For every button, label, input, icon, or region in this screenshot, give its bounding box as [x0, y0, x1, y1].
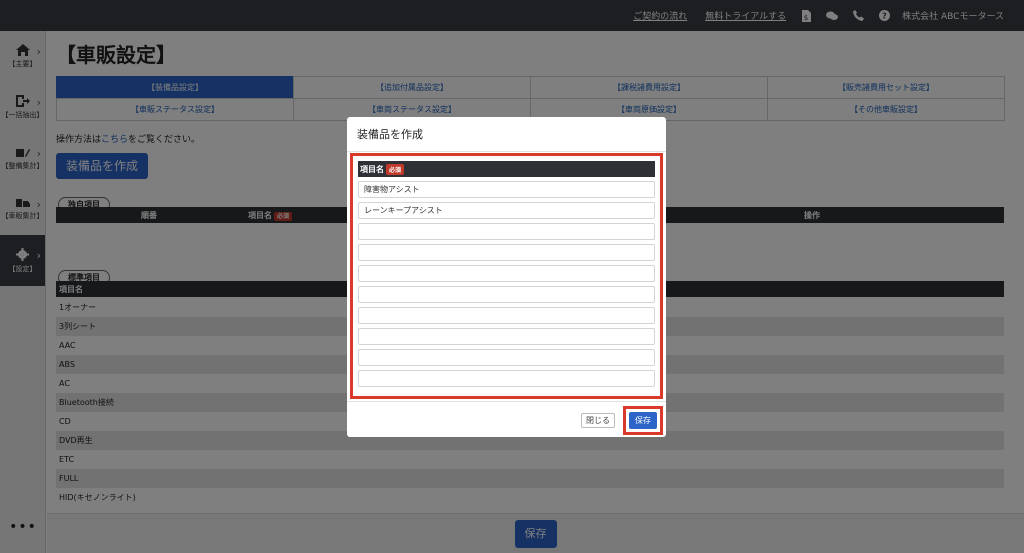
- required-badge: 必須: [386, 163, 405, 175]
- item-name-input[interactable]: [358, 244, 655, 261]
- item-name-input[interactable]: [358, 286, 655, 303]
- item-name-input[interactable]: レーンキープアシスト: [358, 202, 655, 219]
- modal-save-button[interactable]: 保存: [629, 412, 657, 429]
- close-button[interactable]: 閉じる: [581, 413, 615, 428]
- item-name-input[interactable]: [358, 223, 655, 240]
- item-name-input[interactable]: [358, 370, 655, 387]
- modal-table-header: 項目名 必須: [358, 161, 655, 177]
- item-name-input[interactable]: [358, 265, 655, 282]
- item-name-input[interactable]: 障害物アシスト: [358, 181, 655, 198]
- create-equipment-modal: 装備品を作成 項目名 必須 障害物アシスト レーンキープアシスト 閉じる 保存: [347, 117, 666, 437]
- modal-title: 装備品を作成: [347, 117, 666, 152]
- col-name-label: 項目名: [360, 164, 384, 174]
- save-button-highlight: 保存: [623, 406, 663, 435]
- item-name-input[interactable]: [358, 349, 655, 366]
- modal-form-body: 項目名 必須 障害物アシスト レーンキープアシスト: [350, 153, 663, 399]
- modal-footer: 閉じる 保存: [347, 401, 666, 437]
- item-name-input[interactable]: [358, 328, 655, 345]
- item-name-input[interactable]: [358, 307, 655, 324]
